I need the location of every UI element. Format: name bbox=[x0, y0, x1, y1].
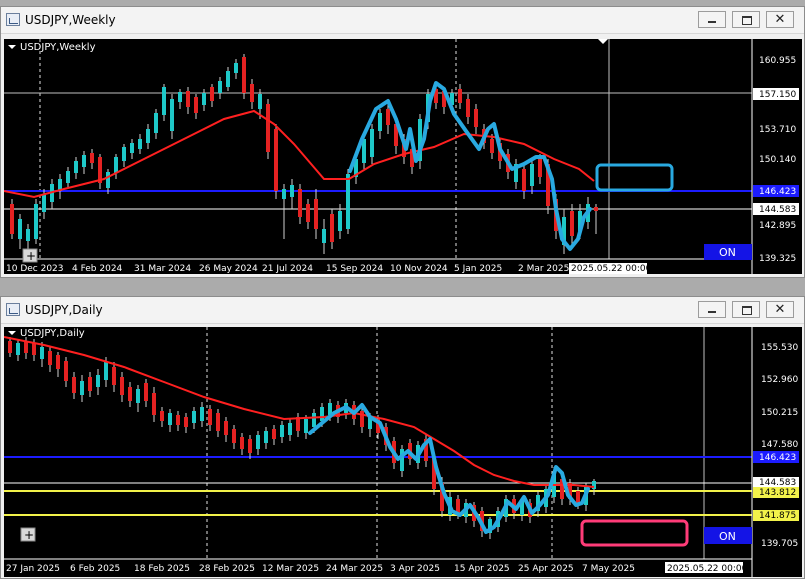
svg-text:139.705: 139.705 bbox=[761, 539, 798, 549]
svg-text:15 Sep 2024: 15 Sep 2024 bbox=[326, 264, 383, 274]
svg-text:15 Apr 2025: 15 Apr 2025 bbox=[454, 564, 510, 574]
close-button[interactable]: ✕ bbox=[766, 11, 794, 28]
svg-text:157.150: 157.150 bbox=[759, 90, 796, 100]
daily-date-axis: 27 Jan 2025 6 Feb 2025 18 Feb 2025 28 Fe… bbox=[6, 562, 748, 574]
svg-text:25 Apr 2025: 25 Apr 2025 bbox=[518, 564, 574, 574]
svg-text:31 Mar 2024: 31 Mar 2024 bbox=[134, 264, 191, 274]
minimize-button[interactable] bbox=[698, 301, 726, 318]
svg-text:+: + bbox=[24, 528, 34, 542]
svg-text:146.423: 146.423 bbox=[759, 453, 796, 463]
svg-text:153.710: 153.710 bbox=[759, 125, 796, 135]
shift-marker-icon bbox=[598, 39, 608, 44]
svg-text:27 Jan 2025: 27 Jan 2025 bbox=[6, 564, 60, 574]
collapse-triangle-icon[interactable] bbox=[8, 45, 16, 49]
weekly-chart-window[interactable]: USDJPY,Weekly ✕ USDJPY,Weekly 160.955 15… bbox=[0, 6, 805, 278]
daily-price-axis: 155.530 152.960 150.215 147.580 146.423 … bbox=[753, 343, 799, 549]
svg-text:28 Feb 2025: 28 Feb 2025 bbox=[199, 564, 255, 574]
svg-text:144.583: 144.583 bbox=[759, 205, 796, 215]
chart-window-icon bbox=[6, 303, 20, 316]
svg-text:147.580: 147.580 bbox=[761, 440, 798, 450]
svg-text:142.895: 142.895 bbox=[759, 221, 796, 231]
svg-text:18 Feb 2025: 18 Feb 2025 bbox=[134, 564, 190, 574]
svg-text:4 Feb 2024: 4 Feb 2024 bbox=[72, 264, 123, 274]
maximize-button[interactable] bbox=[732, 301, 760, 318]
window-titlebar[interactable]: USDJPY,Daily ✕ bbox=[1, 297, 804, 324]
svg-text:2 Mar 2025: 2 Mar 2025 bbox=[518, 264, 569, 274]
svg-text:7 May 2025: 7 May 2025 bbox=[582, 564, 635, 574]
svg-text:ON: ON bbox=[719, 246, 736, 259]
svg-text:3 Apr 2025: 3 Apr 2025 bbox=[390, 564, 440, 574]
chart-window-icon bbox=[6, 13, 20, 26]
daily-candles bbox=[8, 337, 596, 539]
daily-price-chart[interactable]: USDJPY,Daily 155.530 152.960 150.215 147… bbox=[4, 327, 802, 577]
daily-target-box[interactable] bbox=[580, 519, 689, 547]
daily-moving-average bbox=[4, 336, 595, 488]
window-title: USDJPY,Weekly bbox=[25, 13, 116, 27]
svg-text:2025.05.22 00:00: 2025.05.22 00:00 bbox=[667, 564, 748, 574]
weekly-price-axis: 160.955 157.150 153.710 150.140 146.423 … bbox=[753, 56, 799, 264]
svg-text:139.325: 139.325 bbox=[759, 254, 796, 264]
weekly-target-box[interactable] bbox=[595, 163, 674, 192]
daily-symbol-label: USDJPY,Daily bbox=[20, 328, 85, 339]
daily-chart-window[interactable]: USDJPY,Daily ✕ USDJPY,Daily 155.530 152.… bbox=[0, 296, 805, 579]
svg-text:10 Dec 2023: 10 Dec 2023 bbox=[6, 264, 64, 274]
svg-text:146.423: 146.423 bbox=[759, 187, 796, 197]
svg-text:155.530: 155.530 bbox=[761, 343, 798, 353]
svg-text:160.955: 160.955 bbox=[759, 56, 796, 66]
svg-text:152.960: 152.960 bbox=[761, 375, 798, 385]
svg-text:144.583: 144.583 bbox=[759, 478, 796, 488]
weekly-price-chart[interactable]: USDJPY,Weekly 160.955 157.150 153.710 15… bbox=[4, 39, 802, 274]
svg-text:141.875: 141.875 bbox=[759, 511, 796, 521]
svg-text:26 May 2024: 26 May 2024 bbox=[199, 264, 258, 274]
weekly-candles bbox=[10, 54, 598, 254]
weekly-symbol-label: USDJPY,Weekly bbox=[20, 42, 96, 53]
weekly-date-axis: 10 Dec 2023 4 Feb 2024 31 Mar 2024 26 Ma… bbox=[6, 263, 652, 274]
close-button[interactable]: ✕ bbox=[766, 301, 794, 318]
weekly-vgrid bbox=[39, 39, 457, 259]
svg-text:150.215: 150.215 bbox=[761, 408, 798, 418]
svg-text:ON: ON bbox=[719, 530, 736, 543]
svg-text:+: + bbox=[26, 249, 36, 263]
svg-text:2025.05.22 00:00: 2025.05.22 00:00 bbox=[571, 264, 652, 274]
window-title: USDJPY,Daily bbox=[25, 303, 103, 317]
svg-text:10 Nov 2024: 10 Nov 2024 bbox=[390, 264, 448, 274]
maximize-button[interactable] bbox=[732, 11, 760, 28]
svg-text:143.812: 143.812 bbox=[759, 488, 796, 498]
svg-text:150.140: 150.140 bbox=[759, 155, 796, 165]
window-titlebar[interactable]: USDJPY,Weekly ✕ bbox=[1, 7, 804, 34]
svg-text:24 Mar 2025: 24 Mar 2025 bbox=[326, 564, 383, 574]
collapse-triangle-icon[interactable] bbox=[8, 331, 16, 335]
minimize-button[interactable] bbox=[698, 11, 726, 28]
svg-text:6 Feb 2025: 6 Feb 2025 bbox=[70, 564, 120, 574]
svg-text:21 Jul 2024: 21 Jul 2024 bbox=[262, 264, 313, 274]
svg-text:5 Jan 2025: 5 Jan 2025 bbox=[454, 264, 502, 274]
svg-text:12 Mar 2025: 12 Mar 2025 bbox=[262, 564, 319, 574]
